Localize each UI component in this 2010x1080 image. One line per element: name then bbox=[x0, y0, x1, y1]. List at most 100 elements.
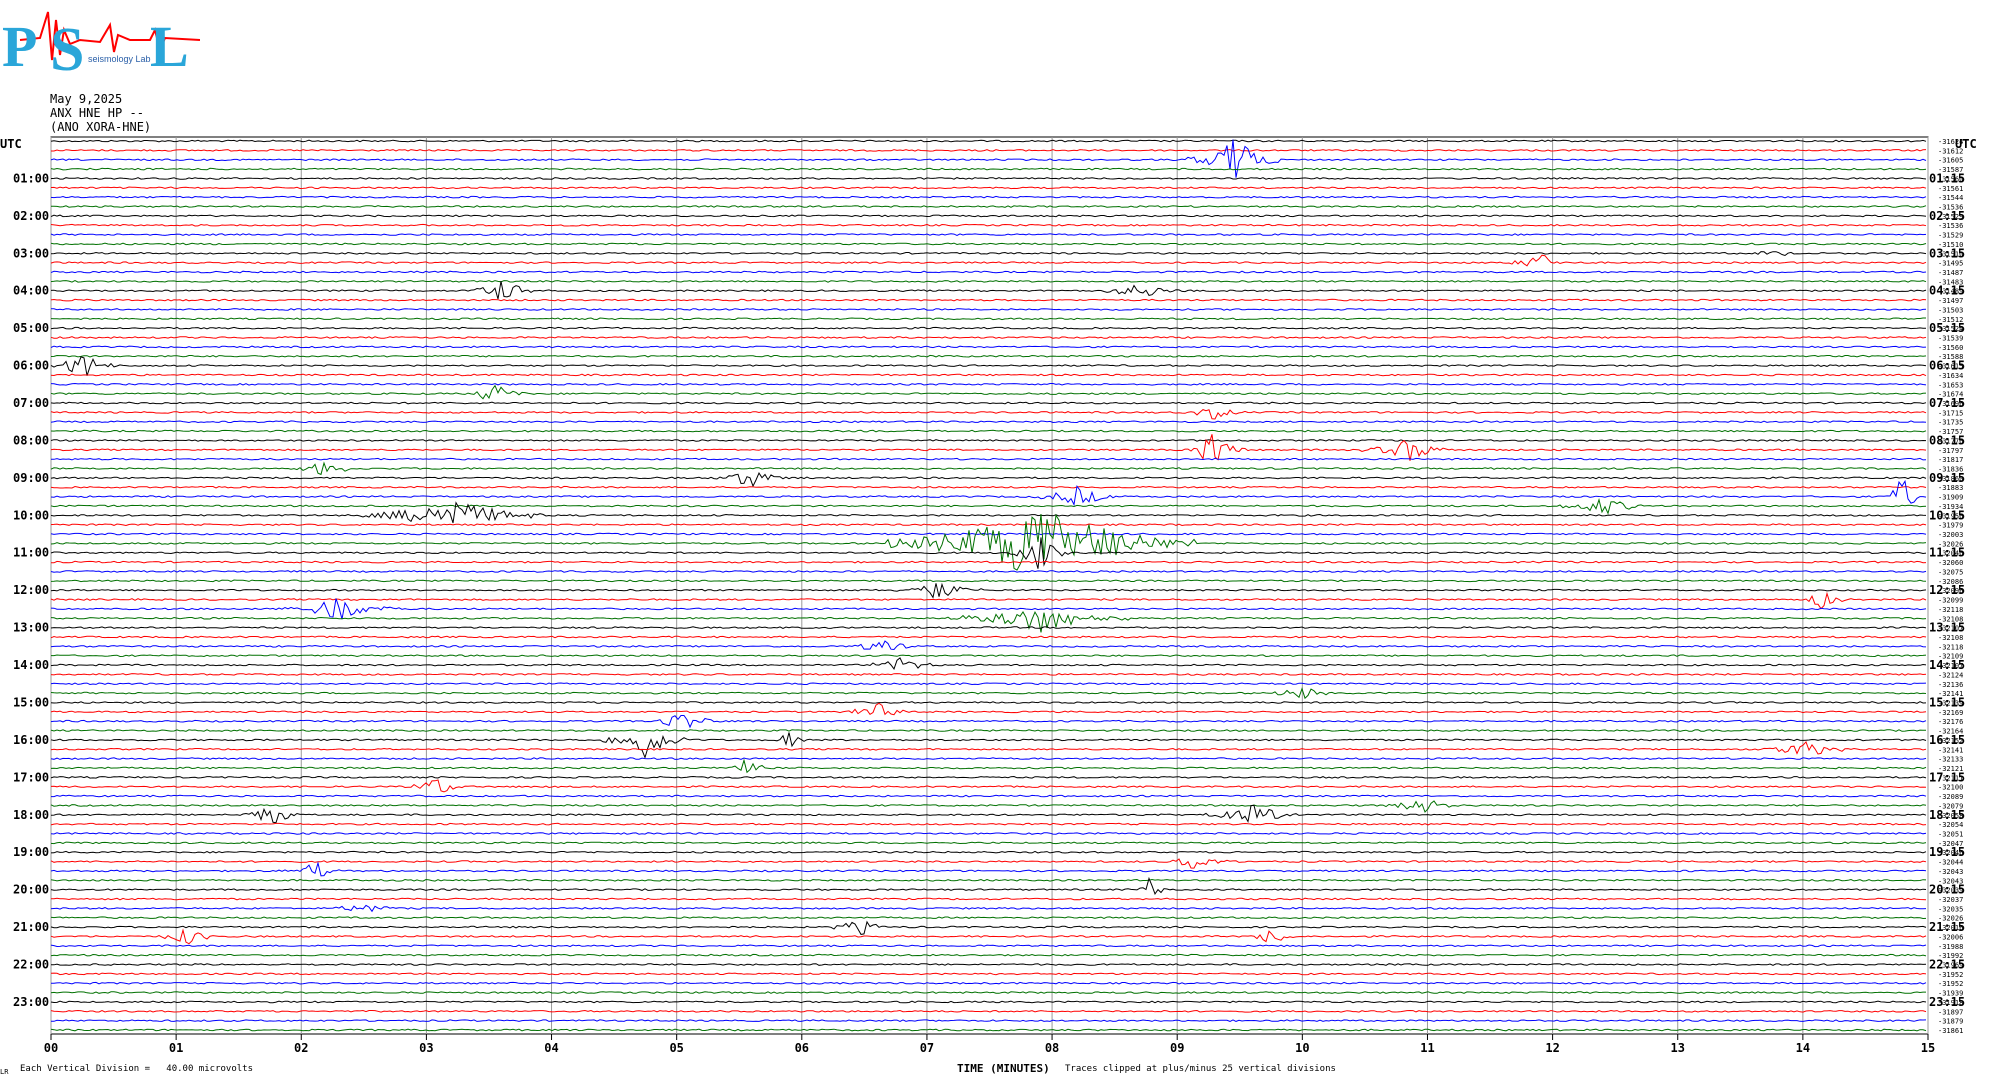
hour-label-left: 20:00 bbox=[13, 883, 49, 897]
trace-offset-label: -32176 bbox=[1938, 718, 1963, 726]
trace-line bbox=[50, 195, 1927, 199]
hour-label-right: 07:15 bbox=[1929, 396, 1965, 410]
trace-line bbox=[50, 610, 1927, 633]
trace-line bbox=[50, 850, 1927, 854]
hour-label-left: 08:00 bbox=[13, 433, 49, 447]
trace-line bbox=[50, 167, 1927, 171]
trace-offset-label: -31952 bbox=[1938, 971, 1963, 979]
trace-line bbox=[50, 682, 1927, 686]
trace-line bbox=[51, 963, 1927, 966]
trace-line bbox=[50, 280, 1927, 283]
hour-label-left: 17:00 bbox=[13, 770, 49, 784]
trace-line bbox=[50, 401, 1927, 405]
trace-line bbox=[50, 822, 1927, 826]
trace-line bbox=[50, 657, 1927, 670]
clip-note: Traces clipped at plus/minus 25 vertical… bbox=[1065, 1064, 1336, 1074]
trace-line bbox=[50, 858, 1927, 869]
trace-line bbox=[51, 897, 1927, 901]
hour-label-right: 05:15 bbox=[1929, 321, 1965, 335]
trace-line bbox=[50, 920, 1927, 935]
hour-label-right: 12:15 bbox=[1929, 583, 1965, 597]
trace-offset-label: -32118 bbox=[1938, 643, 1963, 651]
trace-offset-label: -32141 bbox=[1938, 746, 1963, 754]
trace-line bbox=[50, 582, 1927, 599]
hour-label-left: 15:00 bbox=[13, 695, 49, 709]
x-tick-label: 07 bbox=[920, 1041, 934, 1055]
trace-offset-label: -32006 bbox=[1938, 933, 1963, 941]
trace-offset-label: -32043 bbox=[1938, 868, 1963, 876]
x-axis-title: TIME (MINUTES) bbox=[957, 1062, 1050, 1075]
trace-offset-label: -32100 bbox=[1938, 784, 1963, 792]
hour-label-right: 15:15 bbox=[1929, 695, 1965, 709]
trace-line bbox=[50, 223, 1927, 227]
trace-line bbox=[51, 794, 1927, 798]
hour-label-right: 18:15 bbox=[1929, 808, 1965, 822]
hour-label-left: 13:00 bbox=[13, 621, 49, 635]
trace-line bbox=[50, 732, 1927, 760]
trace-line bbox=[50, 701, 1927, 704]
trace-line bbox=[50, 673, 1927, 676]
trace-offset-label: -31561 bbox=[1938, 185, 1963, 193]
trace-offset-label: -31979 bbox=[1938, 522, 1963, 530]
hour-label-left: 01:00 bbox=[13, 171, 49, 185]
trace-line bbox=[50, 523, 1927, 527]
hour-label-left: 04:00 bbox=[13, 284, 49, 298]
hour-label-left: 07:00 bbox=[13, 396, 49, 410]
trace-line bbox=[50, 317, 1926, 321]
hour-label-right: 23:15 bbox=[1929, 995, 1965, 1009]
hour-label-left: 23:00 bbox=[13, 995, 49, 1009]
trace-offset-label: -31536 bbox=[1938, 222, 1963, 230]
trace-offset-label: -31817 bbox=[1938, 456, 1963, 464]
trace-line bbox=[50, 242, 1927, 246]
trace-offset-label: -31495 bbox=[1938, 260, 1963, 268]
hour-label-left: 21:00 bbox=[13, 920, 49, 934]
hour-label-right: 14:15 bbox=[1929, 658, 1965, 672]
trace-line bbox=[50, 598, 1927, 620]
hour-label-left: 10:00 bbox=[13, 508, 49, 522]
trace-offset-label: -31988 bbox=[1938, 943, 1963, 951]
trace-offset-label: -32089 bbox=[1938, 793, 1963, 801]
trace-offset-label: -31952 bbox=[1938, 980, 1963, 988]
trace-line bbox=[50, 139, 1927, 178]
trace-offset-label: -32060 bbox=[1938, 559, 1963, 567]
trace-line bbox=[50, 186, 1927, 190]
hour-label-left: 11:00 bbox=[13, 546, 49, 560]
trace-offset-label: -32051 bbox=[1938, 830, 1963, 838]
trace-line bbox=[50, 254, 1927, 267]
trace-line bbox=[50, 356, 1927, 376]
trace-offset-label: -31529 bbox=[1938, 232, 1963, 240]
trace-line bbox=[50, 775, 1927, 779]
hour-label-right: 11:15 bbox=[1929, 546, 1965, 560]
hour-label-left: 16:00 bbox=[13, 733, 49, 747]
x-tick-label: 00 bbox=[44, 1041, 58, 1055]
trace-offset-label: -31612 bbox=[1938, 147, 1963, 155]
trace-line bbox=[51, 560, 1927, 564]
trace-line bbox=[50, 702, 1927, 716]
hour-label-right: 22:15 bbox=[1929, 957, 1965, 971]
trace-offset-label: -31897 bbox=[1938, 1008, 1963, 1016]
trace-line bbox=[50, 570, 1927, 573]
trace-line bbox=[50, 981, 1927, 985]
trace-line bbox=[50, 479, 1927, 507]
trace-line bbox=[50, 298, 1927, 302]
trace-offset-label: -31544 bbox=[1938, 194, 1963, 202]
trace-line bbox=[50, 439, 1927, 442]
trace-offset-label: -32124 bbox=[1938, 671, 1963, 679]
trace-offset-label: -32136 bbox=[1938, 681, 1963, 689]
trace-line bbox=[50, 233, 1927, 236]
trace-line bbox=[51, 149, 1927, 152]
helicorder-plot: 00 01 02 03 04 05 06 07 08 09 10 11 12 13 14 15-31624-3… bbox=[13, 136, 1965, 1055]
trace-line bbox=[50, 972, 1927, 976]
hour-label-right: 20:15 bbox=[1929, 883, 1965, 897]
trace-line bbox=[50, 579, 1927, 583]
hour-label-left: 06:00 bbox=[13, 359, 49, 373]
hour-label-right: 01:15 bbox=[1929, 171, 1965, 185]
trace-line bbox=[50, 878, 1927, 882]
trace-line bbox=[50, 472, 1927, 488]
hour-label-right: 17:15 bbox=[1929, 770, 1965, 784]
trace-line bbox=[50, 626, 1927, 629]
x-tick-label: 10 bbox=[1295, 1041, 1309, 1055]
hour-label-left: 22:00 bbox=[13, 957, 49, 971]
trace-line bbox=[50, 729, 1926, 732]
hour-label-left: 12:00 bbox=[13, 583, 49, 597]
